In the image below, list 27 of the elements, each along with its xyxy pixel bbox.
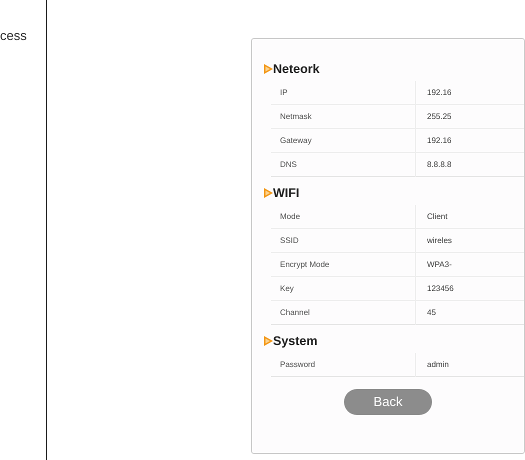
field-value: WPA3- [415,252,524,276]
field-value: 192.16 [415,128,524,152]
field-label: Netmask [279,110,313,122]
play-arrow-icon [264,336,273,346]
field-label: Gateway [279,134,313,146]
field-label: Channel [279,306,311,318]
section-title: WIFI [273,184,300,202]
section-title: Neteork [273,60,320,78]
field-label: Password [279,358,316,370]
field-label: Mode [279,210,302,222]
menu-text[interactable]: cess [0,26,46,46]
field-value: 123456 [415,276,524,300]
field-label: SSID [279,234,300,246]
field-label: Key [279,282,295,294]
field-label: Encrypt Mode [279,258,330,270]
field-label: DNS [279,158,298,170]
field-label: IP [279,86,289,98]
play-arrow-icon [264,188,273,198]
field-value: 192.16 [415,80,524,104]
field-value: 255.25 [415,104,524,128]
field-value: admin [415,352,524,376]
field-value: 45 [415,300,524,324]
section-title: System [273,332,318,350]
field-value: 8.8.8.8 [415,152,524,176]
play-arrow-icon [264,64,273,74]
field-value: wireles [415,228,524,252]
field-value: Client [415,204,524,228]
